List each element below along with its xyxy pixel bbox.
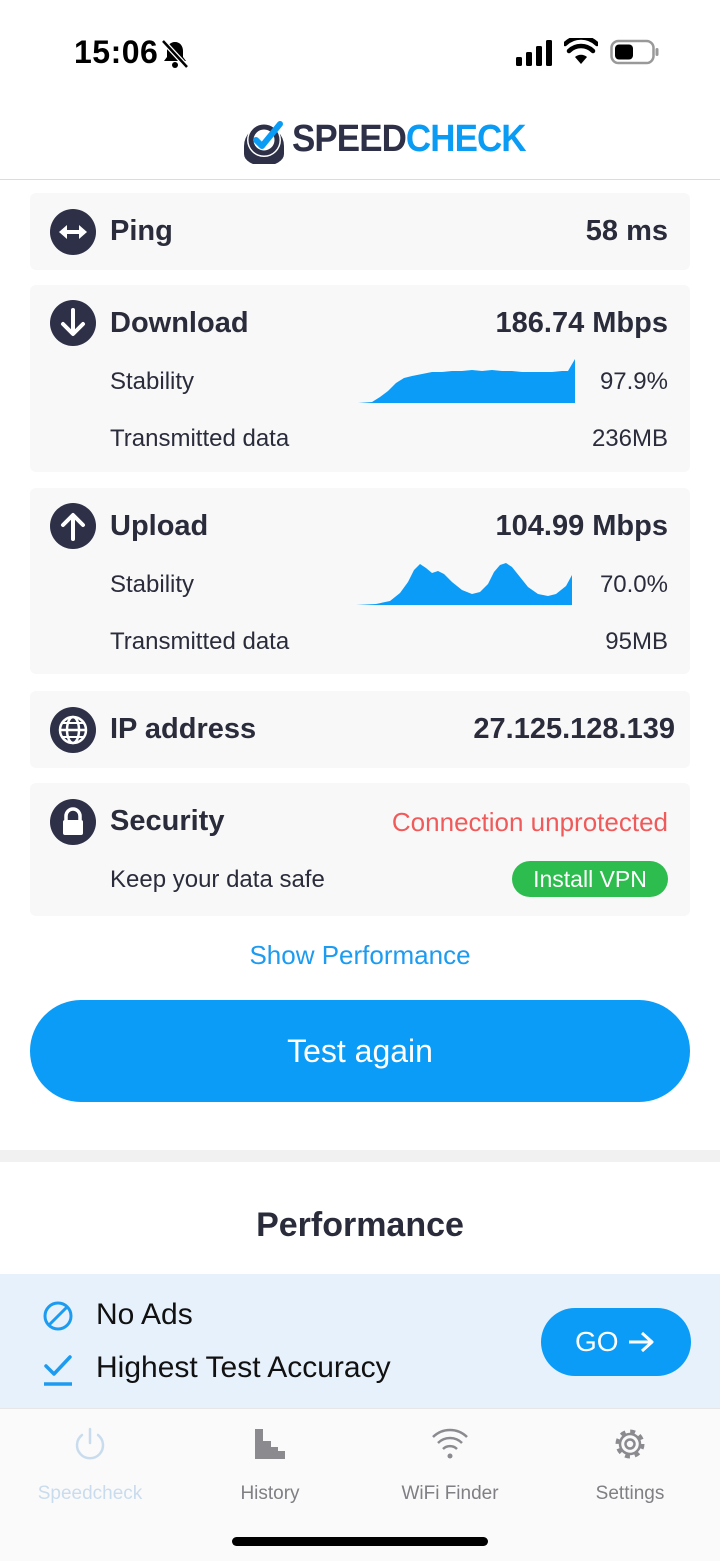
upload-stability-label: Stability <box>110 571 195 598</box>
speedcheck-logo-icon <box>244 121 284 166</box>
go-button[interactable]: GO <box>541 1308 691 1376</box>
gear-icon <box>615 1429 645 1459</box>
app-header: SPEEDCHECK <box>0 100 720 180</box>
ip-card: IP address 27.125.128.139 <box>30 691 690 768</box>
no-ads-label: No Ads <box>96 1298 193 1331</box>
wifi-status-icon <box>564 38 598 64</box>
upload-stability-graph <box>356 563 572 605</box>
upload-data-label: Transmitted data <box>110 628 290 655</box>
ping-label: Ping <box>110 215 173 247</box>
section-divider <box>0 1150 720 1162</box>
security-label: Security <box>110 805 225 837</box>
upload-card: Upload 104.99 Mbps Stability 70.0% Trans… <box>30 488 690 674</box>
security-card: Security Connection unprotected Keep you… <box>30 783 690 916</box>
tab-wifi-finder-label: WiFi Finder <box>401 1483 499 1504</box>
tab-speedcheck[interactable]: Speedcheck <box>0 1425 180 1505</box>
download-stability-value: 97.9% <box>599 368 668 395</box>
upload-value: 104.99 Mbps <box>495 510 668 542</box>
ping-value: 58 ms <box>585 215 668 247</box>
upload-arrow-icon <box>50 503 96 549</box>
ip-label: IP address <box>110 713 257 745</box>
accuracy-label: Highest Test Accuracy <box>96 1351 391 1384</box>
download-card: Download 186.74 Mbps Stability 97.9% Tra… <box>30 285 690 472</box>
status-bar: 15:06 <box>0 0 720 100</box>
ping-card: Ping 58 ms <box>30 193 690 270</box>
download-value: 186.74 Mbps <box>495 307 668 339</box>
battery-icon <box>610 39 659 65</box>
download-data-value: 236MB <box>591 425 668 452</box>
upload-data-value: 95MB <box>605 628 668 655</box>
download-stability-label: Stability <box>110 368 195 395</box>
tab-speedcheck-label: Speedcheck <box>37 1483 143 1504</box>
tab-settings-label: Settings <box>595 1483 665 1504</box>
security-status: Connection unprotected <box>391 807 668 837</box>
show-performance-link[interactable]: Show Performance <box>0 940 720 971</box>
tab-history[interactable]: History <box>180 1425 360 1505</box>
no-ads-icon <box>43 1301 73 1331</box>
speedcheck-logo: SPEEDCHECK <box>240 116 527 166</box>
wifi-icon <box>432 1428 468 1459</box>
logo-text: SPEEDCHECK <box>292 118 527 160</box>
security-sub-label: Keep your data safe <box>110 866 325 893</box>
history-icon <box>255 1429 285 1459</box>
ping-icon <box>50 209 96 255</box>
download-stability-graph <box>358 359 575 403</box>
download-data-label: Transmitted data <box>110 425 290 452</box>
ip-value: 27.125.128.139 <box>473 713 675 745</box>
home-indicator[interactable] <box>232 1537 488 1546</box>
checkmark-icon <box>44 1355 72 1386</box>
tab-settings[interactable]: Settings <box>540 1425 720 1505</box>
install-vpn-button[interactable]: Install VPN <box>512 861 668 897</box>
arrow-right-icon <box>629 1331 654 1353</box>
status-time: 15:06 <box>74 34 159 70</box>
lock-icon <box>50 799 96 845</box>
upload-stability-value: 70.0% <box>599 571 668 598</box>
cell-signal-icon <box>516 40 552 66</box>
go-label: GO <box>575 1326 619 1357</box>
tab-history-label: History <box>240 1483 300 1504</box>
download-arrow-icon <box>50 300 96 346</box>
upload-label: Upload <box>110 510 209 542</box>
premium-promo-banner: No Ads Highest Test Accuracy GO <box>0 1274 720 1408</box>
power-icon <box>75 1427 105 1460</box>
performance-title: Performance <box>256 1206 464 1244</box>
bell-muted-icon <box>161 39 189 69</box>
tab-wifi-finder[interactable]: WiFi Finder <box>360 1425 540 1505</box>
globe-icon <box>50 707 96 753</box>
download-label: Download <box>110 307 249 339</box>
test-again-button[interactable]: Test again <box>30 1000 690 1102</box>
